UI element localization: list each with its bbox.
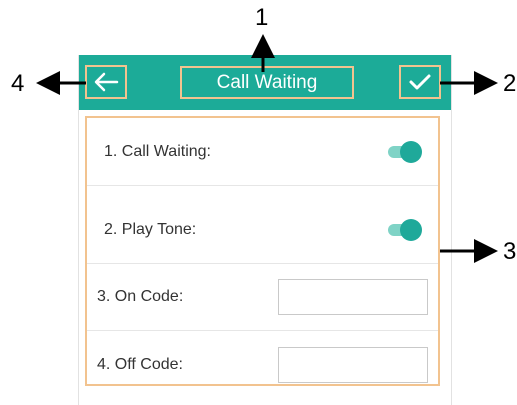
callout-number-4: 4 <box>11 70 25 97</box>
callout-arrows <box>36 34 498 263</box>
callout-number-2: 2 <box>503 70 517 97</box>
callout-number-1: 1 <box>255 4 269 31</box>
callout-number-3: 3 <box>503 238 517 265</box>
